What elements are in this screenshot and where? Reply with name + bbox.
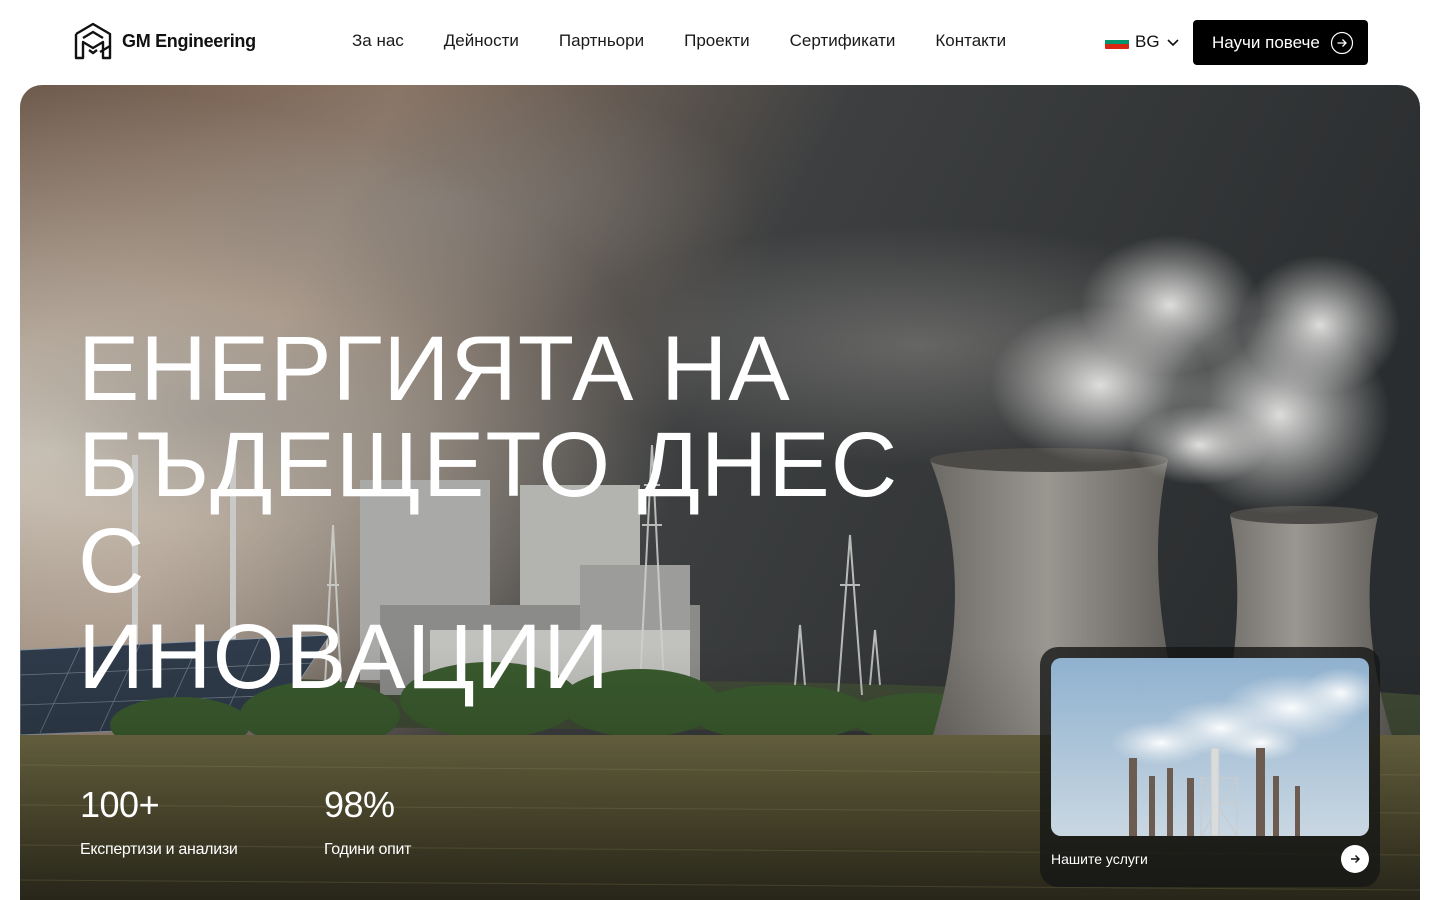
services-card[interactable]: Нашите услуги	[1040, 647, 1380, 887]
learn-more-button[interactable]: Научи повече	[1193, 20, 1368, 65]
stat-value: 98%	[324, 784, 395, 825]
arrow-right-icon	[1351, 855, 1360, 863]
hero-title-line-2: БЪДЕЩЕТО ДНЕС С	[78, 414, 899, 612]
nav-item-about[interactable]: За нас	[352, 31, 404, 51]
hero-title-line-1: ЕНЕРГИЯТА НА	[78, 318, 791, 420]
brand-logo[interactable]: GM Engineering	[72, 20, 256, 62]
stat-label: Експертизи и анализи	[80, 841, 238, 858]
brand-name: GM Engineering	[122, 30, 256, 51]
nav-item-partners[interactable]: Партньори	[559, 31, 644, 51]
nav-item-certificates[interactable]: Сертификати	[790, 31, 896, 51]
stats-row: 100+ Експертизи и анализи 98% Години опи…	[80, 785, 568, 859]
language-code: BG	[1135, 32, 1160, 51]
nav-item-activities[interactable]: Дейности	[444, 31, 519, 51]
chevron-down-icon	[1166, 39, 1179, 47]
main-nav: За нас Дейности Партньори Проекти Сертиф…	[352, 31, 1006, 51]
learn-more-label: Научи повече	[1212, 32, 1320, 52]
hero-title: ЕНЕРГИЯТА НА БЪДЕЩЕТО ДНЕС С ИНОВАЦИИ	[78, 321, 978, 705]
stat-experience: 98% Години опит	[324, 785, 568, 859]
arrow-right-circle-icon	[1330, 31, 1354, 54]
hero-title-line-3: ИНОВАЦИИ	[78, 606, 611, 708]
language-selector[interactable]: BG	[1105, 32, 1180, 52]
stat-value: 100+	[80, 784, 160, 825]
bulgaria-flag-icon	[1105, 35, 1129, 49]
nav-item-projects[interactable]: Проекти	[684, 31, 750, 51]
services-card-label: Нашите услуги	[1051, 851, 1148, 867]
nav-item-contacts[interactable]: Контакти	[935, 31, 1006, 51]
hero-section: ЕНЕРГИЯТА НА БЪДЕЩЕТО ДНЕС С ИНОВАЦИИ 10…	[20, 85, 1420, 900]
site-header: GM Engineering За нас Дейности Партньори…	[0, 0, 1440, 85]
services-card-image	[1051, 658, 1369, 836]
stat-label: Години опит	[324, 841, 412, 858]
gm-monogram-icon	[74, 22, 112, 60]
stat-expertise: 100+ Експертизи и анализи	[80, 785, 324, 859]
services-card-footer: Нашите услуги	[1051, 845, 1369, 873]
services-arrow-button[interactable]	[1341, 845, 1369, 873]
